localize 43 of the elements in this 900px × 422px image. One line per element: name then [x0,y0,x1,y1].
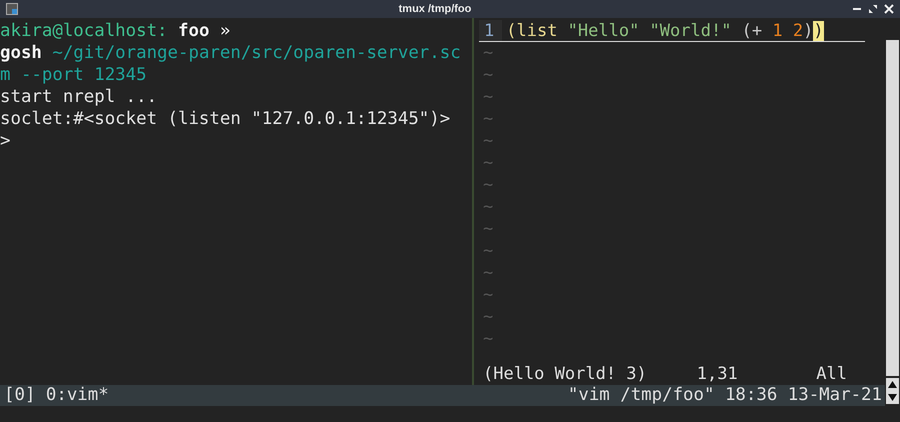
window-list: [0] 0:vim* [4,385,109,406]
close-icon[interactable] [884,4,894,14]
empty-line-marker: ~ [482,306,494,328]
empty-line-marker: ~ [482,152,494,174]
empty-line-marker: ~ [482,42,494,64]
empty-line-marker: ~ [482,262,494,284]
cursor-position: 1,31 [696,363,739,385]
window-title: tmux /tmp/foo [398,3,472,15]
line-number: 1 [479,20,502,41]
empty-line-marker: ~ [482,108,494,130]
empty-line-marker: ~ [482,174,494,196]
terminal-text: akira@localhost: [0,21,169,41]
terminal-text: gosh [0,43,42,63]
scrollbar-thumb[interactable] [886,40,899,376]
terminal-text: foo [178,21,210,41]
empty-line-marker: ~ [482,218,494,240]
empty-line-marker: ~ [482,64,494,86]
empty-line-marker: ~ [482,130,494,152]
code-token: 1 [772,21,784,41]
scroll-position: All [816,363,847,385]
terminal-text: start nrepl ... [0,87,158,107]
maximize-icon[interactable] [868,4,878,14]
terminal-icon [6,3,18,15]
code-token: (+ [740,21,764,41]
code-token: ) [813,21,824,41]
terminal-text: > [0,131,10,151]
empty-line-marker: ~ [482,284,494,306]
empty-line-marker: ~ [482,240,494,262]
empty-line-marker: ~ [482,86,494,108]
empty-line-marker: ~ [482,196,494,218]
empty-line-marker: ~ [482,328,494,350]
code-token: 2 [792,21,804,41]
code-token: (list [506,21,558,41]
command-output: (Hello World! 3) [483,363,647,385]
terminal-text: m --port 12345 [0,65,147,85]
code-token: "Hello" "World!" [566,21,732,41]
terminal-text: soclet:#<socket (listen "127.0.0.1:12345")> [0,109,450,129]
scroll-down-icon[interactable] [886,391,899,404]
scroll-up-icon[interactable] [886,378,899,391]
status-info: "vim /tmp/foo" 18:36 13-Mar-21 [568,385,882,406]
terminal-text: » [218,21,230,41]
terminal-text: ~/git/orange-paren/src/oparen-server.sc [51,43,461,63]
code-token: ) [803,21,814,41]
